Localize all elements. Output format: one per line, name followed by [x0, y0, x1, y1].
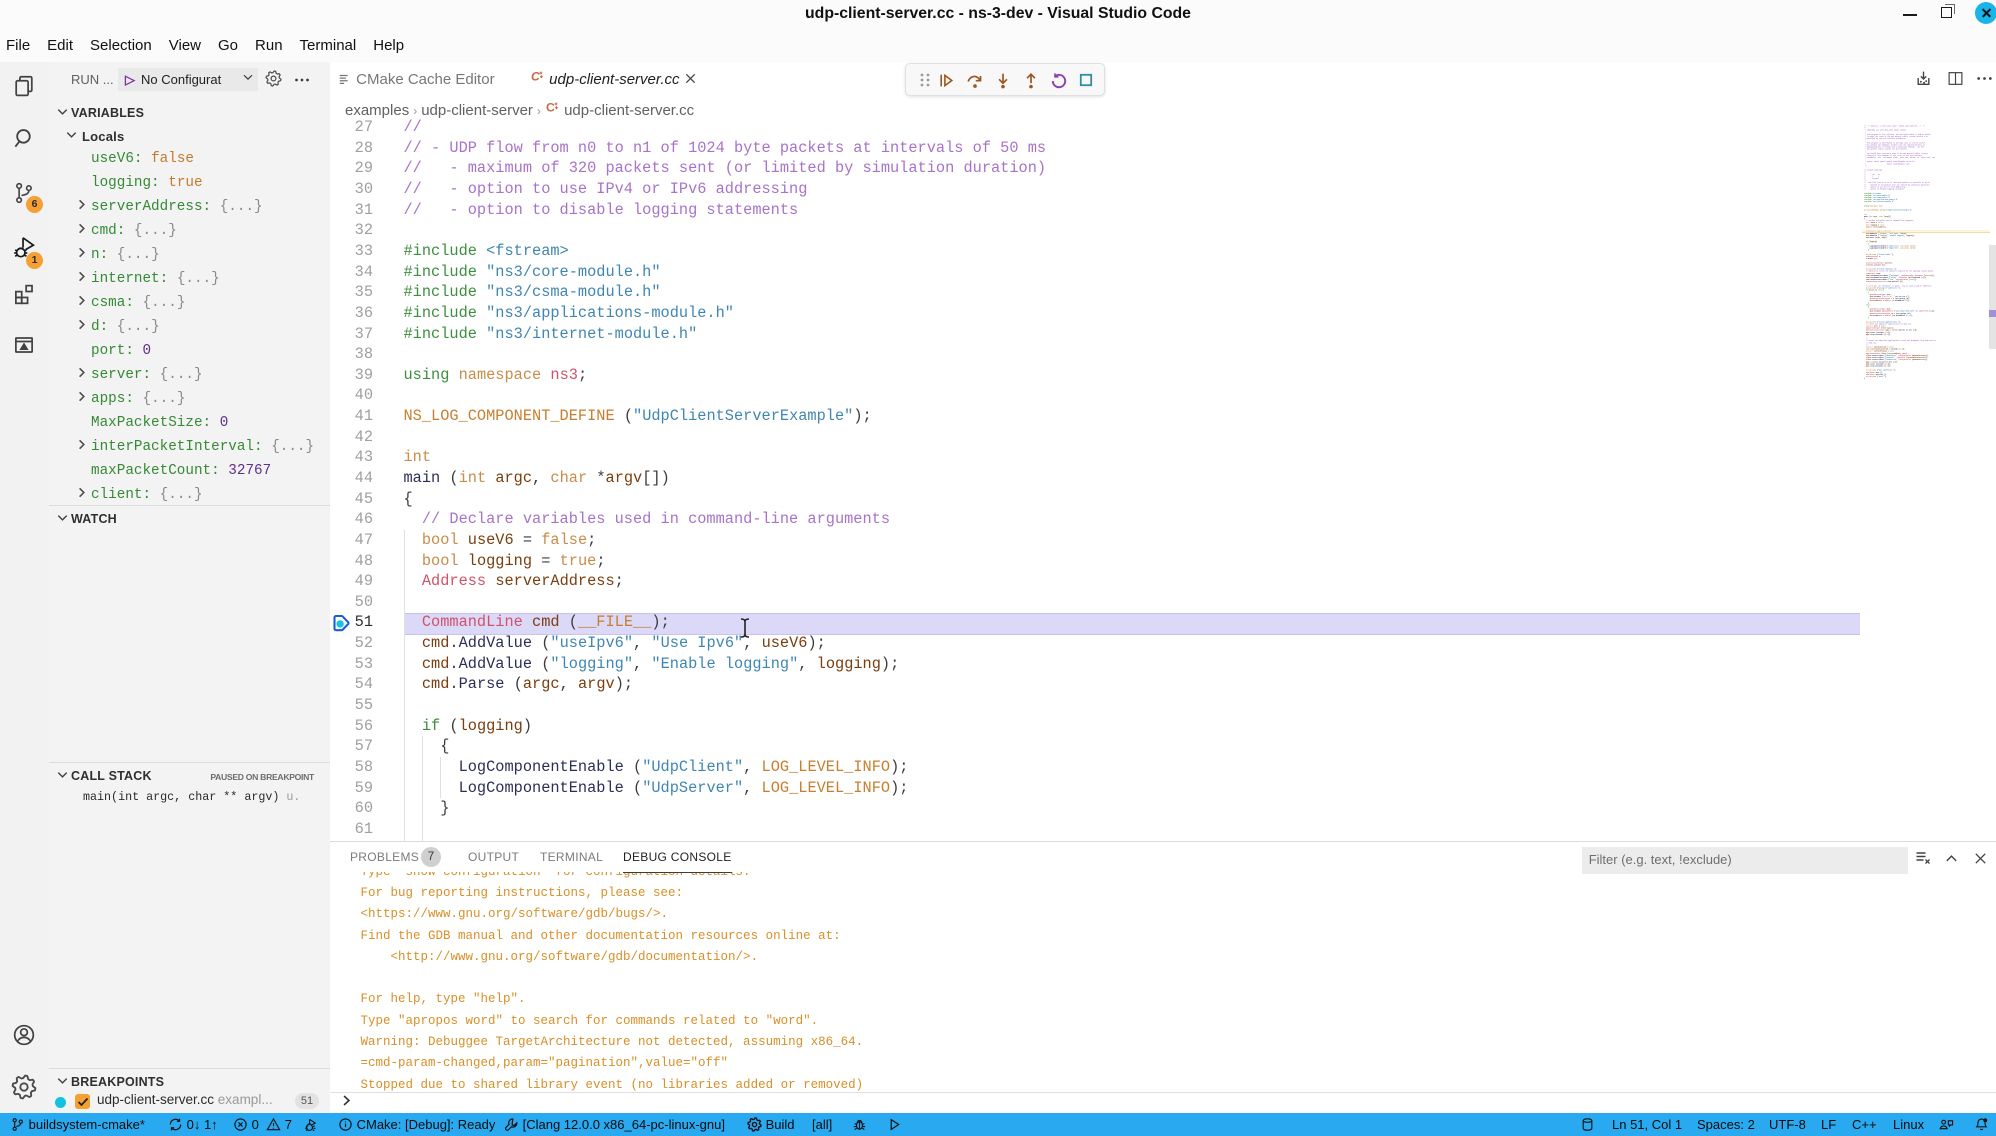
- svg-text:C: C: [546, 100, 555, 114]
- svg-text:C: C: [531, 69, 540, 83]
